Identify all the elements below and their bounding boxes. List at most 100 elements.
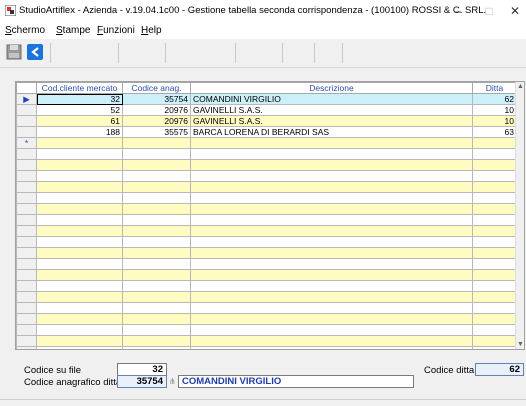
cell-ditta[interactable]: 62 (472, 93, 517, 105)
cell-codice-anag[interactable] (122, 280, 191, 292)
cell-descrizione[interactable] (190, 335, 473, 347)
table-row[interactable]: 61 20976 GAVINELLI S.A.S. 10 (16, 115, 517, 127)
cell-cod-cliente[interactable] (36, 324, 123, 336)
cell-descrizione[interactable] (190, 247, 473, 259)
cell-cod-cliente[interactable] (36, 313, 123, 325)
table-row[interactable] (16, 280, 517, 292)
cell-cod-cliente[interactable] (36, 346, 123, 349)
cell-cod-cliente[interactable] (36, 258, 123, 270)
cell-codice-anag[interactable] (122, 346, 191, 349)
cell-descrizione[interactable] (190, 192, 473, 204)
column-header-descrizione[interactable]: Descrizione (190, 82, 473, 94)
cell-ditta[interactable] (472, 192, 517, 204)
lookup-link-icon[interactable]: ⋔ (169, 377, 176, 386)
cell-cod-cliente[interactable]: 188 (36, 126, 123, 138)
cell-codice-anag[interactable] (122, 335, 191, 347)
cell-descrizione[interactable] (190, 170, 473, 182)
cell-descrizione[interactable] (190, 137, 473, 149)
data-grid[interactable]: Cod.cliente mercato Codice anag. Descriz… (15, 81, 525, 350)
cell-codice-anag[interactable] (122, 302, 191, 314)
cell-descrizione[interactable] (190, 269, 473, 281)
cell-descrizione[interactable]: COMANDINI VIRGILIO (190, 93, 473, 105)
cell-ditta[interactable] (472, 225, 517, 237)
cell-cod-cliente[interactable] (36, 159, 123, 171)
cell-codice-anag[interactable] (122, 324, 191, 336)
table-row[interactable] (16, 159, 517, 171)
cell-codice-anag[interactable] (122, 269, 191, 281)
table-row[interactable] (16, 258, 517, 270)
cell-ditta[interactable] (472, 181, 517, 193)
cell-ditta[interactable] (472, 324, 517, 336)
table-row[interactable] (16, 247, 517, 259)
menu-help[interactable]: Help (141, 25, 162, 36)
cell-descrizione[interactable] (190, 225, 473, 237)
cell-ditta[interactable] (472, 346, 517, 349)
cell-codice-anag[interactable] (122, 291, 191, 303)
cell-ditta[interactable] (472, 302, 517, 314)
cell-cod-cliente[interactable] (36, 148, 123, 160)
cell-descrizione[interactable] (190, 159, 473, 171)
cell-cod-cliente[interactable]: 32 (36, 93, 123, 105)
table-row[interactable] (16, 170, 517, 182)
cell-ditta[interactable]: 10 (472, 104, 517, 116)
cell-cod-cliente[interactable] (36, 291, 123, 303)
cell-ditta[interactable] (472, 258, 517, 270)
cell-ditta[interactable] (472, 335, 517, 347)
table-row[interactable]: ▶ 32 35754 COMANDINI VIRGILIO 62 (16, 93, 517, 105)
cell-ditta[interactable]: 63 (472, 126, 517, 138)
cell-descrizione[interactable]: GAVINELLI S.A.S. (190, 104, 473, 116)
cell-descrizione[interactable] (190, 236, 473, 248)
table-row[interactable]: 188 35575 BARCA LORENA DI BERARDI SAS 63 (16, 126, 517, 138)
menu-funzioni[interactable]: Funzioni (97, 25, 135, 36)
minimize-button[interactable]: – (447, 3, 469, 19)
cell-codice-anag[interactable] (122, 225, 191, 237)
cell-codice-anag[interactable] (122, 159, 191, 171)
cell-cod-cliente[interactable] (36, 170, 123, 182)
cell-ditta[interactable] (472, 291, 517, 303)
cell-descrizione[interactable] (190, 313, 473, 325)
cell-cod-cliente[interactable] (36, 236, 123, 248)
table-row[interactable]: 52 20976 GAVINELLI S.A.S. 10 (16, 104, 517, 116)
table-row[interactable]: * (16, 137, 517, 149)
cell-descrizione[interactable]: BARCA LORENA DI BERARDI SAS (190, 126, 473, 138)
cell-ditta[interactable] (472, 214, 517, 226)
cell-ditta[interactable] (472, 280, 517, 292)
table-row[interactable] (16, 192, 517, 204)
cell-codice-anag[interactable] (122, 181, 191, 193)
table-row[interactable] (16, 181, 517, 193)
cell-codice-anag[interactable] (122, 214, 191, 226)
table-row[interactable] (16, 302, 517, 314)
cell-ditta[interactable] (472, 313, 517, 325)
cell-ditta[interactable] (472, 170, 517, 182)
cell-ditta[interactable] (472, 247, 517, 259)
cell-codice-anag[interactable] (122, 203, 191, 215)
cell-cod-cliente[interactable] (36, 181, 123, 193)
table-row[interactable] (16, 324, 517, 336)
table-row[interactable] (16, 346, 517, 349)
cell-codice-anag[interactable] (122, 236, 191, 248)
codice-anagrafico-field[interactable]: 35754 (117, 375, 167, 388)
cell-cod-cliente[interactable] (36, 225, 123, 237)
cell-codice-anag[interactable] (122, 148, 191, 160)
cell-ditta[interactable]: 10 (472, 115, 517, 127)
table-row[interactable] (16, 225, 517, 237)
table-row[interactable] (16, 214, 517, 226)
cell-descrizione[interactable] (190, 258, 473, 270)
back-arrow-icon[interactable] (27, 44, 43, 60)
cell-descrizione[interactable] (190, 181, 473, 193)
column-header-codice-anag[interactable]: Codice anag. (122, 82, 191, 94)
cell-descrizione[interactable] (190, 280, 473, 292)
save-disk-icon[interactable] (6, 44, 22, 60)
scroll-down-icon[interactable]: ▼ (517, 341, 524, 348)
cell-ditta[interactable] (472, 203, 517, 215)
cell-cod-cliente[interactable] (36, 214, 123, 226)
cell-cod-cliente[interactable]: 52 (36, 104, 123, 116)
table-row[interactable] (16, 236, 517, 248)
column-header-cod-cliente[interactable]: Cod.cliente mercato (36, 82, 123, 94)
cell-ditta[interactable] (472, 269, 517, 281)
vertical-scrollbar[interactable]: ▲ ▼ (515, 82, 524, 349)
cell-descrizione[interactable] (190, 148, 473, 160)
cell-codice-anag[interactable]: 35754 (122, 93, 191, 105)
cell-cod-cliente[interactable] (36, 280, 123, 292)
scroll-up-icon[interactable]: ▲ (517, 83, 524, 90)
